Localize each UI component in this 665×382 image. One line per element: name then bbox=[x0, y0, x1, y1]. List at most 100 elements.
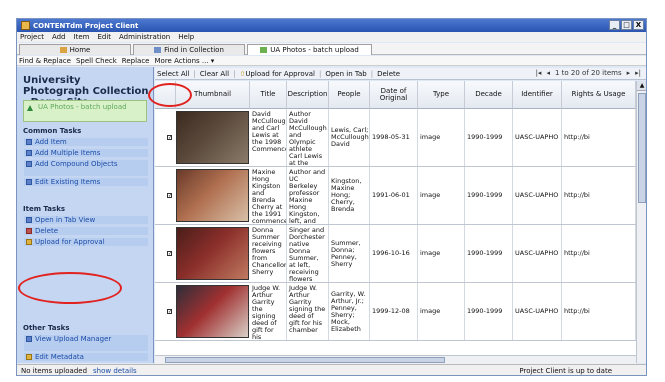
col-header-title[interactable]: Title bbox=[250, 81, 287, 109]
cell-identifier[interactable]: UASC-UAPHO bbox=[513, 225, 562, 282]
col-header-date[interactable]: Date of Original bbox=[370, 81, 418, 109]
maximize-button[interactable]: □ bbox=[621, 20, 632, 30]
cell-type[interactable]: image bbox=[418, 283, 465, 340]
col-header-type[interactable]: Type bbox=[418, 81, 465, 109]
cell-description[interactable]: Author and UC Berkeley professor Maxine … bbox=[287, 167, 329, 224]
delete-button[interactable]: Delete bbox=[377, 70, 400, 78]
upload-approval-button[interactable]: ⇧Upload for Approval bbox=[239, 70, 315, 78]
scroll-thumb[interactable] bbox=[638, 93, 646, 203]
cell-description[interactable]: Singer and Dorchester native Donna Summe… bbox=[287, 225, 329, 282]
col-header-decade[interactable]: Decade bbox=[465, 81, 513, 109]
row-checkbox[interactable]: ✓ bbox=[167, 309, 172, 315]
cell-rights[interactable]: http://bi bbox=[562, 167, 636, 224]
open-in-tab-view-task[interactable]: Open in Tab View bbox=[24, 216, 148, 224]
edit-existing-items-task[interactable]: Edit Existing Items bbox=[24, 178, 148, 186]
row-checkbox[interactable]: ✓ bbox=[167, 251, 172, 257]
view-upload-manager-task[interactable]: View Upload Manager bbox=[24, 335, 148, 351]
menu-edit[interactable]: Edit bbox=[97, 33, 111, 41]
cell-type[interactable]: image bbox=[418, 167, 465, 224]
add-item-task[interactable]: Add Item bbox=[24, 138, 148, 146]
tab-bar: Home Find in Collection UA Photos - batc… bbox=[17, 43, 646, 55]
more-actions-button[interactable]: More Actions ... ▾ bbox=[155, 57, 215, 65]
batch-indicator[interactable]: UA Photos - batch upload bbox=[23, 100, 147, 122]
cell-people[interactable]: Garrity, W. Arthur, Jr.; Penney, Sherry;… bbox=[329, 283, 370, 340]
menu-add[interactable]: Add bbox=[52, 33, 66, 41]
find-replace-button[interactable]: Find & Replace bbox=[19, 57, 71, 65]
cell-type[interactable]: image bbox=[418, 225, 465, 282]
last-page-icon[interactable]: ▸| bbox=[635, 69, 641, 77]
edit-metadata-task[interactable]: Edit Metadata bbox=[24, 353, 148, 361]
cell-identifier[interactable]: UASC-UAPHO bbox=[513, 283, 562, 340]
add-multiple-items-task[interactable]: Add Multiple Items bbox=[24, 149, 148, 157]
cell-title[interactable]: Judge W. Arthur Garrity the signing deed… bbox=[250, 283, 287, 340]
cell-type[interactable]: image bbox=[418, 109, 465, 166]
tab-batch-upload[interactable]: UA Photos - batch upload bbox=[247, 44, 372, 55]
cell-description[interactable]: Judge W. Arthur Garrity signing the deed… bbox=[287, 283, 329, 340]
upload-for-approval-task[interactable]: Upload for Approval bbox=[24, 238, 148, 246]
cell-description[interactable]: Author David McCullough and Olympic athl… bbox=[287, 109, 329, 166]
row-checkbox[interactable]: ✓ bbox=[167, 135, 172, 141]
pager: |◂ ◂ 1 to 20 of 20 items ▸ ▸| bbox=[536, 69, 641, 77]
menu-help[interactable]: Help bbox=[178, 33, 194, 41]
table-row[interactable]: ✓ Maxine Hong Kingston and Brenda Cherry … bbox=[155, 167, 636, 225]
cell-decade[interactable]: 1990-1999 bbox=[465, 109, 513, 166]
cell-people[interactable]: Lewis, Carl; McCullough, David bbox=[329, 109, 370, 166]
status-bar: No items uploaded show details Project C… bbox=[17, 364, 646, 375]
hscroll-thumb[interactable] bbox=[165, 357, 445, 363]
cell-title[interactable]: Donna Summer receiving flowers from Chan… bbox=[250, 225, 287, 282]
photo-thumbnail[interactable] bbox=[176, 285, 249, 338]
photo-thumbnail[interactable] bbox=[176, 169, 249, 222]
common-tasks-heading: Common Tasks bbox=[23, 127, 82, 135]
col-header-people[interactable]: People bbox=[329, 81, 370, 109]
open-in-tab-button[interactable]: Open in Tab bbox=[325, 70, 366, 78]
clear-all-button[interactable]: Clear All bbox=[200, 70, 229, 78]
cell-rights[interactable]: http://bi bbox=[562, 225, 636, 282]
cell-date[interactable]: 1999-12-08 bbox=[370, 283, 418, 340]
delete-task[interactable]: Delete bbox=[24, 227, 148, 235]
col-header-description[interactable]: Description bbox=[287, 81, 329, 109]
cell-decade[interactable]: 1990-1999 bbox=[465, 283, 513, 340]
tab-home[interactable]: Home bbox=[19, 44, 131, 55]
replace-button[interactable]: Replace bbox=[122, 57, 150, 65]
first-page-icon[interactable]: |◂ bbox=[536, 69, 542, 77]
scroll-up-icon[interactable]: ▲ bbox=[637, 81, 646, 91]
col-header-select[interactable] bbox=[155, 81, 176, 109]
cell-people[interactable]: Summer, Donna; Penney, Sherry bbox=[329, 225, 370, 282]
minimize-button[interactable]: _ bbox=[609, 20, 620, 30]
cell-title[interactable]: David McCullough and Carl Lewis at the 1… bbox=[250, 109, 287, 166]
menu-project[interactable]: Project bbox=[20, 33, 44, 41]
cell-identifier[interactable]: UASC-UAPHO bbox=[513, 109, 562, 166]
cell-decade[interactable]: 1990-1999 bbox=[465, 167, 513, 224]
menu-administration[interactable]: Administration bbox=[119, 33, 170, 41]
close-button[interactable]: X bbox=[633, 20, 644, 30]
table-row[interactable]: ✓ David McCullough and Carl Lewis at the … bbox=[155, 109, 636, 167]
cell-date[interactable]: 1998-05-31 bbox=[370, 109, 418, 166]
cell-rights[interactable]: http://bi bbox=[562, 109, 636, 166]
row-checkbox[interactable]: ✓ bbox=[167, 193, 172, 199]
horizontal-scrollbar[interactable] bbox=[155, 355, 636, 364]
cell-decade[interactable]: 1990-1999 bbox=[465, 225, 513, 282]
col-header-rights[interactable]: Rights & Usage bbox=[562, 81, 636, 109]
tab-find-in-collection[interactable]: Find in Collection bbox=[133, 44, 245, 55]
photo-thumbnail[interactable] bbox=[176, 111, 249, 164]
vertical-scrollbar[interactable]: ▲ bbox=[636, 81, 646, 363]
menu-item[interactable]: Item bbox=[74, 33, 90, 41]
select-all-button[interactable]: Select All bbox=[157, 70, 190, 78]
delete-label: Delete bbox=[35, 227, 58, 235]
cell-identifier[interactable]: UASC-UAPHO bbox=[513, 167, 562, 224]
col-header-thumbnail[interactable]: Thumbnail bbox=[176, 81, 250, 109]
cell-date[interactable]: 1996-10-16 bbox=[370, 225, 418, 282]
table-row[interactable]: ✓ Judge W. Arthur Garrity the signing dee… bbox=[155, 283, 636, 341]
prev-page-icon[interactable]: ◂ bbox=[546, 69, 550, 77]
next-page-icon[interactable]: ▸ bbox=[627, 69, 631, 77]
cell-people[interactable]: Kingston, Maxine Hong; Cherry, Brenda bbox=[329, 167, 370, 224]
spell-check-button[interactable]: Spell Check bbox=[76, 57, 117, 65]
add-compound-objects-task[interactable]: Add Compound Objects bbox=[24, 160, 148, 176]
photo-thumbnail[interactable] bbox=[176, 227, 249, 280]
cell-rights[interactable]: http://bi bbox=[562, 283, 636, 340]
col-header-identifier[interactable]: Identifier bbox=[513, 81, 562, 109]
cell-title[interactable]: Maxine Hong Kingston and Brenda Cherry a… bbox=[250, 167, 287, 224]
table-row[interactable]: ✓ Donna Summer receiving flowers from Cha… bbox=[155, 225, 636, 283]
cell-date[interactable]: 1991-06-01 bbox=[370, 167, 418, 224]
show-details-link[interactable]: show details bbox=[93, 367, 137, 375]
